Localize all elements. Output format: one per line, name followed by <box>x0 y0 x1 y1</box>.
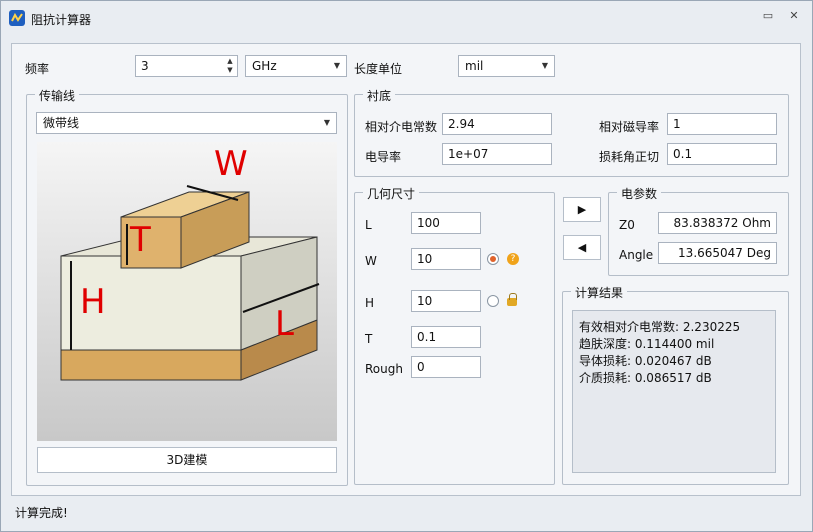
length-l-input[interactable]: 100 <box>411 212 481 234</box>
height-h-input[interactable]: 10 <box>411 290 481 312</box>
frequency-value: 3 <box>141 59 149 73</box>
play-left-icon: ◀ <box>577 241 587 254</box>
microstrip-diagram: W T H L <box>37 142 337 441</box>
result-dielectric-loss: 介质损耗: 0.086517 dB <box>579 371 712 385</box>
rel-permittivity-label: 相对介电常数 <box>365 120 438 134</box>
feedback-icon[interactable]: ▭ <box>761 9 775 23</box>
chevron-down-icon: ▼ <box>541 61 548 70</box>
loss-tangent-label: 损耗角正切 <box>599 150 660 164</box>
height-h-label: H <box>365 296 375 310</box>
length-unit-select[interactable]: mil ▼ <box>458 55 555 77</box>
app-icon <box>9 10 25 26</box>
solve-width-radio[interactable] <box>487 253 499 265</box>
conductivity-label: 电导率 <box>365 150 402 164</box>
length-unit-value: mil <box>465 59 484 73</box>
app-window: 阻抗计算器 ▭ ✕ 频率 3 ▲ ▼ GHz ▼ 长度单位 mil ▼ 传输线 微… <box>0 0 813 532</box>
width-w-label: W <box>365 254 377 268</box>
line-type-value: 微带线 <box>43 116 80 130</box>
z0-output[interactable]: 83.838372 Ohm <box>658 212 777 234</box>
window-title: 阻抗计算器 <box>31 13 92 27</box>
lock-icon[interactable] <box>507 293 517 306</box>
electrical-title: 电参数 <box>617 185 662 202</box>
frequency-label: 频率 <box>25 62 50 76</box>
length-l-label: L <box>365 218 372 232</box>
rel-permittivity-input[interactable]: 2.94 <box>442 113 552 135</box>
frequency-spinbox[interactable]: 3 ▲ ▼ <box>135 55 238 77</box>
help-icon[interactable]: ? <box>507 253 519 265</box>
frequency-unit-value: GHz <box>252 59 277 73</box>
angle-output[interactable]: 13.665047 Deg <box>658 242 777 264</box>
results-title: 计算结果 <box>571 284 628 301</box>
loss-tangent-input[interactable]: 0.1 <box>667 143 777 165</box>
roughness-input[interactable]: 0 <box>411 356 481 378</box>
rel-permeability-label: 相对磁导率 <box>599 120 660 134</box>
length-unit-label: 长度单位 <box>354 62 403 76</box>
close-icon[interactable]: ✕ <box>787 9 801 23</box>
results-textbox[interactable]: 有效相对介电常数: 2.230225 趋肤深度: 0.114400 mil 导体… <box>572 310 776 473</box>
result-effective-permittivity: 有效相对介电常数: 2.230225 <box>579 320 741 334</box>
rel-permeability-input[interactable]: 1 <box>667 113 777 135</box>
analyze-button[interactable]: ▶ <box>563 197 601 222</box>
thickness-t-label: T <box>365 332 373 346</box>
diagram-label-l: L <box>275 304 294 344</box>
width-w-input[interactable]: 10 <box>411 248 481 270</box>
transmission-line-title: 传输线 <box>35 87 80 104</box>
solve-height-radio[interactable] <box>487 295 499 307</box>
thickness-t-input[interactable]: 0.1 <box>411 326 481 348</box>
result-skin-depth: 趋肤深度: 0.114400 mil <box>579 337 715 351</box>
diagram-label-h: H <box>80 282 106 322</box>
chevron-down-icon: ▼ <box>333 61 340 70</box>
synthesize-button[interactable]: ◀ <box>563 235 601 260</box>
diagram-label-w: W <box>214 144 248 184</box>
result-conductor-loss: 导体损耗: 0.020467 dB <box>579 354 712 368</box>
status-bar-text: 计算完成! <box>15 506 68 520</box>
frequency-unit-select[interactable]: GHz ▼ <box>245 55 347 77</box>
title-bar: 阻抗计算器 ▭ ✕ <box>1 1 812 33</box>
chevron-down-icon: ▼ <box>323 118 330 127</box>
play-right-icon: ▶ <box>577 203 587 216</box>
diagram-label-t: T <box>130 220 151 260</box>
substrate-title: 衬底 <box>363 87 396 104</box>
line-type-select[interactable]: 微带线 ▼ <box>36 112 337 134</box>
spin-arrows-icon[interactable]: ▲ ▼ <box>224 57 236 75</box>
geometry-title: 几何尺寸 <box>363 185 420 202</box>
3d-model-button[interactable]: 3D建模 <box>37 447 337 473</box>
conductivity-input[interactable]: 1e+07 <box>442 143 552 165</box>
roughness-label: Rough <box>365 362 403 376</box>
angle-label: Angle <box>619 248 654 262</box>
z0-label: Z0 <box>619 218 635 232</box>
